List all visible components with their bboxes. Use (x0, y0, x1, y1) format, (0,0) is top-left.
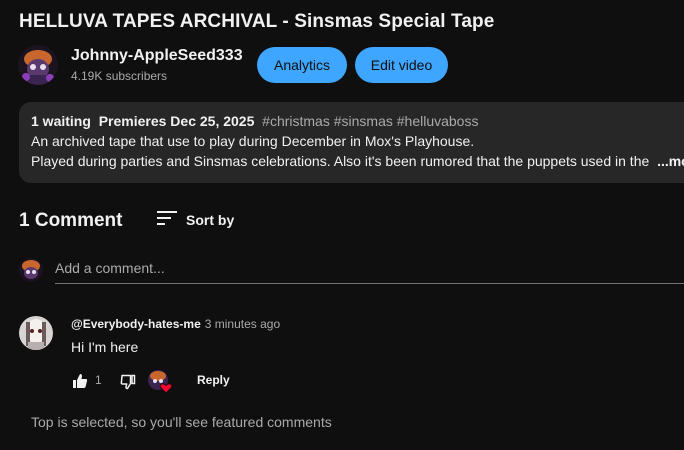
input-underline (55, 283, 684, 284)
description-line: An archived tape that use to play during… (31, 133, 475, 149)
commenter-avatar[interactable] (19, 316, 53, 350)
comment-count: 1 Comment (19, 210, 123, 231)
show-more-button[interactable]: ...more (657, 153, 684, 169)
comment-author-line: @Everybody-hates-me 3 minutes ago (71, 317, 280, 331)
channel-row: Johnny-AppleSeed333 4.19K subscribers An… (18, 45, 684, 85)
sort-by-label: Sort by (186, 212, 235, 228)
premiere-date: Premieres Dec 25, 2025 (98, 113, 255, 129)
sort-lines-icon (156, 209, 178, 232)
channel-name[interactable]: Johnny-AppleSeed333 (71, 47, 243, 65)
subscriber-count: 4.19K subscribers (71, 69, 168, 83)
reply-button[interactable]: Reply (197, 373, 230, 387)
featured-comments-note: Top is selected, so you'll see featured … (31, 414, 332, 430)
like-count: 1 (95, 373, 102, 387)
description-line: Played during parties and Sinsmas celebr… (31, 151, 684, 171)
comment-actions: 1 Reply (71, 369, 371, 395)
video-title: HELLUVA TAPES ARCHIVAL - Sinsmas Special… (19, 11, 495, 32)
add-comment-input[interactable]: Add a comment... (55, 260, 165, 276)
channel-avatar[interactable] (18, 45, 58, 85)
description-text: Played during parties and Sinsmas celebr… (31, 153, 650, 169)
description-meta: 1 waiting Premieres Dec 25, 2025 #christ… (31, 111, 478, 131)
user-avatar (19, 258, 43, 282)
comment-timestamp[interactable]: 3 minutes ago (205, 317, 280, 331)
comment-item: @Everybody-hates-me 3 minutes ago Hi I'm … (19, 313, 684, 395)
waiting-count: 1 waiting (31, 113, 91, 129)
sort-by-button[interactable]: Sort by (156, 208, 234, 232)
hashtags[interactable]: #christmas #sinsmas #helluvaboss (262, 113, 478, 129)
thumbs-down-icon[interactable] (119, 373, 137, 391)
creator-heart-icon (147, 369, 173, 395)
edit-video-button[interactable]: Edit video (355, 47, 448, 83)
thumbs-up-icon[interactable] (71, 372, 89, 390)
analytics-button[interactable]: Analytics (257, 47, 347, 83)
comment-author[interactable]: @Everybody-hates-me (71, 317, 201, 331)
add-comment-row: Add a comment... (19, 256, 684, 286)
comment-text: Hi I'm here (71, 339, 139, 355)
comments-header: 1 Comment Sort by (19, 208, 419, 236)
description-box[interactable]: 1 waiting Premieres Dec 25, 2025 #christ… (19, 102, 684, 183)
